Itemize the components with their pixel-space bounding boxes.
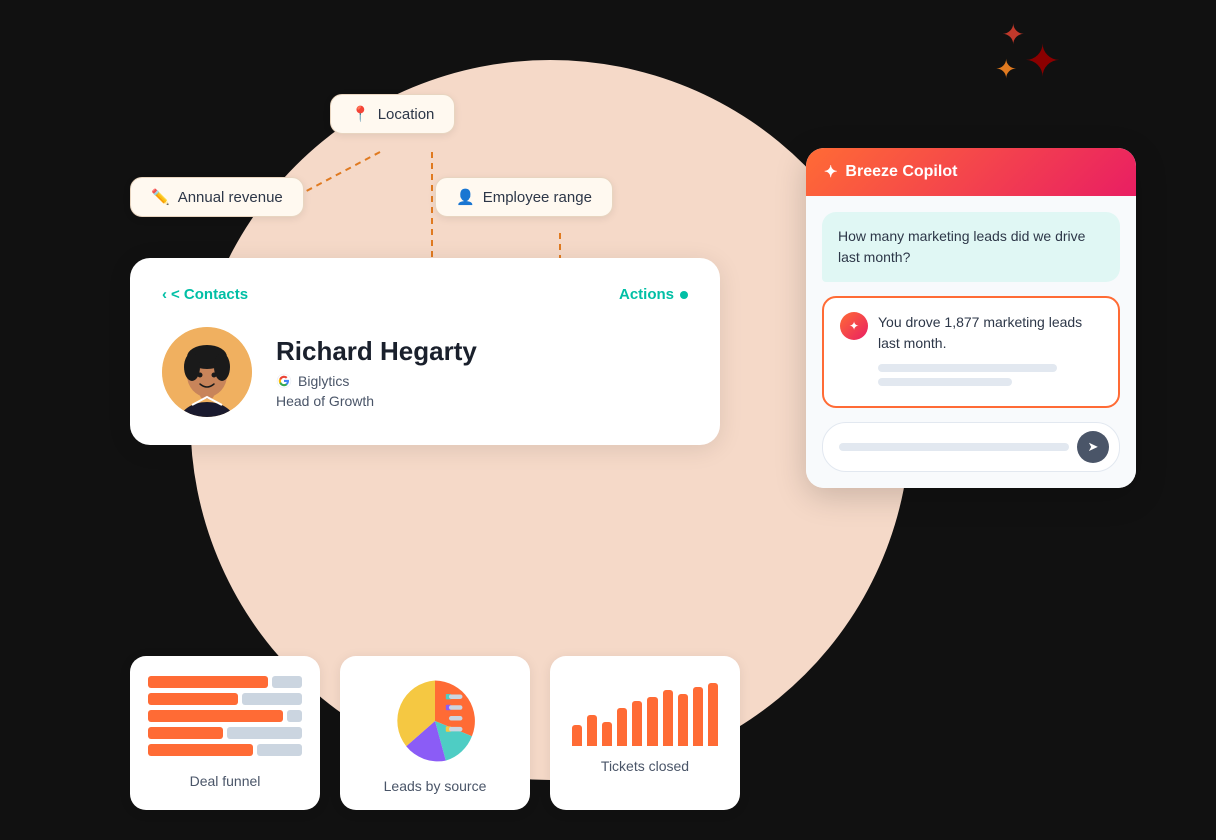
annual-revenue-label: Annual revenue bbox=[178, 189, 283, 206]
deal-funnel-card: Deal funnel bbox=[130, 656, 320, 810]
contacts-back-button[interactable]: ‹ < Contacts bbox=[162, 286, 248, 303]
funnel-bar-orange-4 bbox=[148, 727, 223, 739]
copilot-input-bar bbox=[839, 443, 1069, 451]
bot-chat-bubble: ✦ You drove 1,877 marketing leads last m… bbox=[822, 296, 1120, 408]
company-row: Biglytics bbox=[276, 373, 477, 389]
bar-8 bbox=[678, 694, 688, 747]
bottom-cards: Deal funnel bbox=[130, 656, 740, 810]
deal-funnel-chart bbox=[148, 676, 302, 761]
sparkle-group: ✦ ✦ ✦ bbox=[981, 18, 1061, 98]
bar-3 bbox=[602, 722, 612, 747]
funnel-bar-gray-5 bbox=[257, 744, 302, 756]
copilot-body: How many marketing leads did we drive la… bbox=[806, 196, 1136, 488]
tickets-bar-chart bbox=[568, 676, 722, 746]
deal-funnel-title: Deal funnel bbox=[190, 773, 261, 789]
bar-1 bbox=[572, 725, 582, 746]
tickets-closed-title: Tickets closed bbox=[601, 758, 689, 774]
bar-9 bbox=[693, 687, 703, 747]
company-logo-icon bbox=[276, 373, 292, 389]
sparkle-small-icon: ✦ bbox=[1002, 18, 1025, 51]
actions-button[interactable]: Actions bbox=[619, 286, 688, 303]
scene: ✦ ✦ ✦ 📍 Location ✏️ Annual revenue 👤 Emp… bbox=[0, 0, 1216, 840]
copilot-input-row[interactable]: ➤ bbox=[822, 422, 1120, 472]
person-info: Richard Hegarty Biglytics Head of Growth bbox=[162, 327, 688, 417]
job-title: Head of Growth bbox=[276, 393, 477, 409]
bar-2 bbox=[587, 715, 597, 747]
company-name: Biglytics bbox=[298, 373, 349, 389]
funnel-row-3 bbox=[148, 710, 302, 722]
send-icon: ➤ bbox=[1088, 439, 1099, 455]
funnel-bar-gray-3 bbox=[287, 710, 302, 722]
funnel-bar-gray-1 bbox=[272, 676, 302, 688]
contacts-back-label: < Contacts bbox=[171, 286, 248, 303]
bar-6 bbox=[647, 697, 657, 746]
tickets-closed-card: Tickets closed bbox=[550, 656, 740, 810]
bot-row: ✦ You drove 1,877 marketing leads last m… bbox=[840, 312, 1102, 392]
bot-text: You drove 1,877 marketing leads last mon… bbox=[878, 312, 1102, 392]
skeleton-line-1 bbox=[878, 364, 1057, 372]
funnel-row-2 bbox=[148, 693, 302, 705]
copilot-sparkle-icon: ✦ bbox=[824, 162, 837, 182]
leads-by-source-card: Leads by source bbox=[340, 656, 530, 810]
skeleton-line-2 bbox=[878, 378, 1012, 386]
funnel-bar-orange-1 bbox=[148, 676, 268, 688]
avatar bbox=[162, 327, 252, 417]
bar-4 bbox=[617, 708, 627, 747]
bot-icon: ✦ bbox=[840, 312, 868, 340]
funnel-bar-gray-4 bbox=[227, 727, 302, 739]
send-button[interactable]: ➤ bbox=[1077, 431, 1109, 463]
bar-5 bbox=[632, 701, 642, 747]
sparkle-large-icon: ✦ bbox=[1024, 36, 1061, 87]
skeleton-lines bbox=[878, 364, 1102, 386]
employee-range-tag: 👤 Employee range bbox=[435, 177, 613, 217]
funnel-row-5 bbox=[148, 744, 302, 756]
bar-7 bbox=[663, 690, 673, 746]
funnel-row-1 bbox=[148, 676, 302, 688]
person-icon: 👤 bbox=[456, 188, 475, 206]
employee-range-label: Employee range bbox=[483, 189, 592, 206]
sparkle-orange-icon: ✦ bbox=[995, 54, 1017, 85]
location-icon: 📍 bbox=[351, 105, 370, 123]
user-question-text: How many marketing leads did we drive la… bbox=[838, 228, 1085, 265]
funnel-row-4 bbox=[148, 727, 302, 739]
copilot-panel: ✦ Breeze Copilot How many marketing lead… bbox=[806, 148, 1136, 488]
location-label: Location bbox=[378, 106, 435, 123]
copilot-title: Breeze Copilot bbox=[845, 163, 957, 181]
person-name: Richard Hegarty bbox=[276, 336, 477, 367]
actions-label: Actions bbox=[619, 286, 674, 303]
user-chat-bubble: How many marketing leads did we drive la… bbox=[822, 212, 1120, 282]
person-details: Richard Hegarty Biglytics Head of Growth bbox=[276, 336, 477, 409]
funnel-bar-orange-5 bbox=[148, 744, 253, 756]
edit-icon: ✏️ bbox=[151, 188, 170, 206]
leads-by-source-title: Leads by source bbox=[384, 778, 487, 794]
location-tag: 📍 Location bbox=[330, 94, 455, 134]
leads-pie-chart bbox=[390, 676, 480, 766]
back-chevron-icon: ‹ bbox=[162, 286, 167, 303]
funnel-bar-orange-3 bbox=[148, 710, 283, 722]
funnel-bar-gray-2 bbox=[242, 693, 302, 705]
actions-dot-indicator bbox=[680, 291, 688, 299]
card-header: ‹ < Contacts Actions bbox=[162, 286, 688, 303]
contact-card: ‹ < Contacts Actions bbox=[130, 258, 720, 445]
copilot-header: ✦ Breeze Copilot bbox=[806, 148, 1136, 196]
bar-10 bbox=[708, 683, 718, 746]
funnel-bar-orange-2 bbox=[148, 693, 238, 705]
annual-revenue-tag: ✏️ Annual revenue bbox=[130, 177, 304, 217]
bot-answer-text: You drove 1,877 marketing leads last mon… bbox=[878, 314, 1082, 351]
